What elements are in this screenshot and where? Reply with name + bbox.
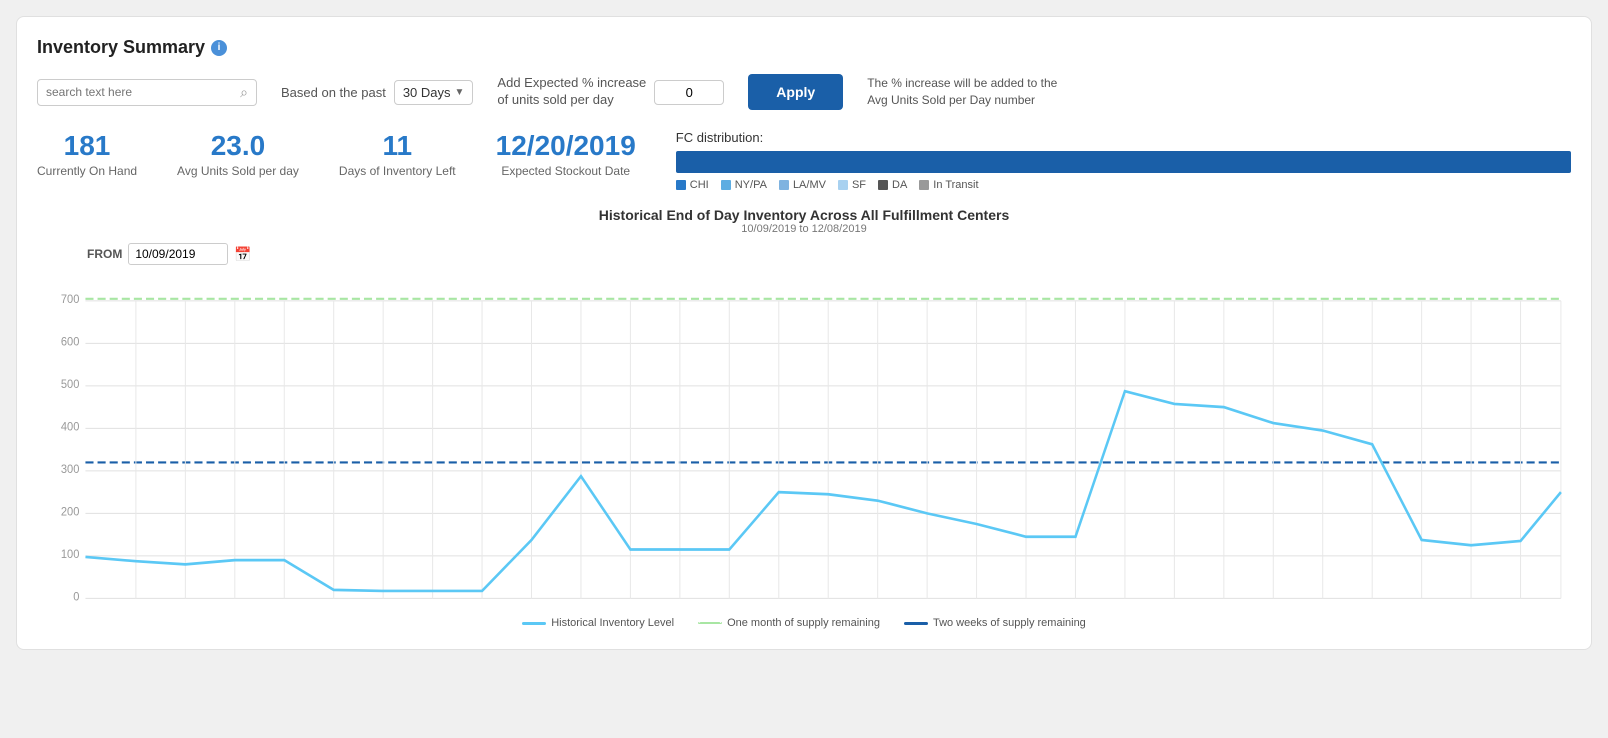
chart-section: Historical End of Day Inventory Across A… (37, 207, 1571, 629)
legend-historical-line (522, 622, 546, 625)
sf-color-dot (838, 180, 848, 190)
da-label: DA (892, 179, 907, 191)
metric-label-on-hand: Currently On Hand (37, 164, 137, 178)
lamv-label: LA/MV (793, 179, 826, 191)
metric-avg-units: 23.0 Avg Units Sold per day (177, 130, 299, 178)
based-on-label: Based on the past (281, 85, 386, 100)
increase-input[interactable] (654, 80, 724, 105)
legend-one-month-label: One month of supply remaining (727, 617, 880, 629)
in-transit-label: In Transit (933, 179, 978, 191)
metric-value-on-hand: 181 (37, 130, 137, 162)
search-input[interactable] (46, 85, 240, 99)
legend-one-month-line (698, 622, 722, 624)
chart-svg: 0 100 200 300 400 500 600 700 (37, 269, 1571, 609)
fc-legend: CHI NY/PA LA/MV SF DA (676, 179, 1571, 191)
legend-nypa: NY/PA (721, 179, 767, 191)
metric-value-avg-units: 23.0 (177, 130, 299, 162)
info-icon[interactable]: i (211, 40, 227, 56)
legend-historical-label: Historical Inventory Level (551, 617, 674, 629)
nypa-color-dot (721, 180, 731, 190)
search-icon[interactable]: ⌕ (240, 84, 248, 101)
from-date-input[interactable] (128, 243, 228, 265)
from-label: FROM (87, 247, 122, 261)
svg-text:0: 0 (73, 591, 79, 603)
page-title: Inventory Summary (37, 37, 205, 58)
legend-two-weeks: Two weeks of supply remaining (904, 617, 1086, 629)
svg-text:600: 600 (61, 336, 79, 348)
svg-text:100: 100 (61, 549, 79, 561)
legend-two-weeks-line (904, 622, 928, 625)
inventory-line (85, 391, 1560, 591)
chi-color-dot (676, 180, 686, 190)
metric-on-hand: 181 Currently On Hand (37, 130, 137, 178)
based-on-section: Based on the past 30 Days ▼ (281, 80, 473, 105)
legend-one-month: One month of supply remaining (698, 617, 880, 629)
legend-sf: SF (838, 179, 866, 191)
fc-distribution-label: FC distribution: (676, 130, 1571, 145)
chart-legend: Historical Inventory Level One month of … (37, 617, 1571, 629)
metric-stockout-date: 12/20/2019 Expected Stockout Date (496, 130, 636, 178)
legend-chi: CHI (676, 179, 709, 191)
svg-text:300: 300 (61, 464, 79, 476)
increase-section: Add Expected % increaseof units sold per… (497, 75, 724, 109)
days-dropdown[interactable]: 30 Days ▼ (394, 80, 474, 105)
fc-distribution-section: FC distribution: CHI NY/PA LA/MV SF (676, 130, 1571, 191)
chevron-down-icon: ▼ (455, 87, 465, 98)
svg-text:400: 400 (61, 421, 79, 433)
toolbar: ⌕ Based on the past 30 Days ▼ Add Expect… (37, 74, 1571, 110)
metrics-section: 181 Currently On Hand 23.0 Avg Units Sol… (37, 130, 1571, 191)
legend-lamv: LA/MV (779, 179, 826, 191)
search-box[interactable]: ⌕ (37, 79, 257, 106)
svg-text:700: 700 (61, 294, 79, 306)
nypa-label: NY/PA (735, 179, 767, 191)
chart-area: 0 100 200 300 400 500 600 700 (37, 269, 1571, 609)
calendar-icon[interactable]: 📅 (234, 246, 251, 263)
chart-from-row: FROM 📅 (87, 243, 1571, 265)
metric-value-stockout: 12/20/2019 (496, 130, 636, 162)
da-color-dot (878, 180, 888, 190)
metric-label-days-left: Days of Inventory Left (339, 164, 456, 178)
legend-in-transit: In Transit (919, 179, 978, 191)
fc-bar (676, 151, 1571, 173)
legend-two-weeks-label: Two weeks of supply remaining (933, 617, 1086, 629)
in-transit-color-dot (919, 180, 929, 190)
svg-text:200: 200 (61, 506, 79, 518)
chi-label: CHI (690, 179, 709, 191)
legend-da: DA (878, 179, 907, 191)
chart-title: Historical End of Day Inventory Across A… (37, 207, 1571, 223)
increase-label: Add Expected % increaseof units sold per… (497, 75, 646, 109)
metric-days-left: 11 Days of Inventory Left (339, 130, 456, 178)
apply-button[interactable]: Apply (748, 74, 843, 110)
metric-label-avg-units: Avg Units Sold per day (177, 164, 299, 178)
chart-subtitle: 10/09/2019 to 12/08/2019 (37, 223, 1571, 235)
sf-label: SF (852, 179, 866, 191)
legend-historical: Historical Inventory Level (522, 617, 674, 629)
lamv-color-dot (779, 180, 789, 190)
metric-value-days-left: 11 (339, 130, 456, 162)
hint-text: The % increase will be added to the Avg … (867, 75, 1067, 109)
days-option: 30 Days (403, 85, 451, 100)
metric-label-stockout: Expected Stockout Date (496, 164, 636, 178)
svg-text:500: 500 (61, 379, 79, 391)
